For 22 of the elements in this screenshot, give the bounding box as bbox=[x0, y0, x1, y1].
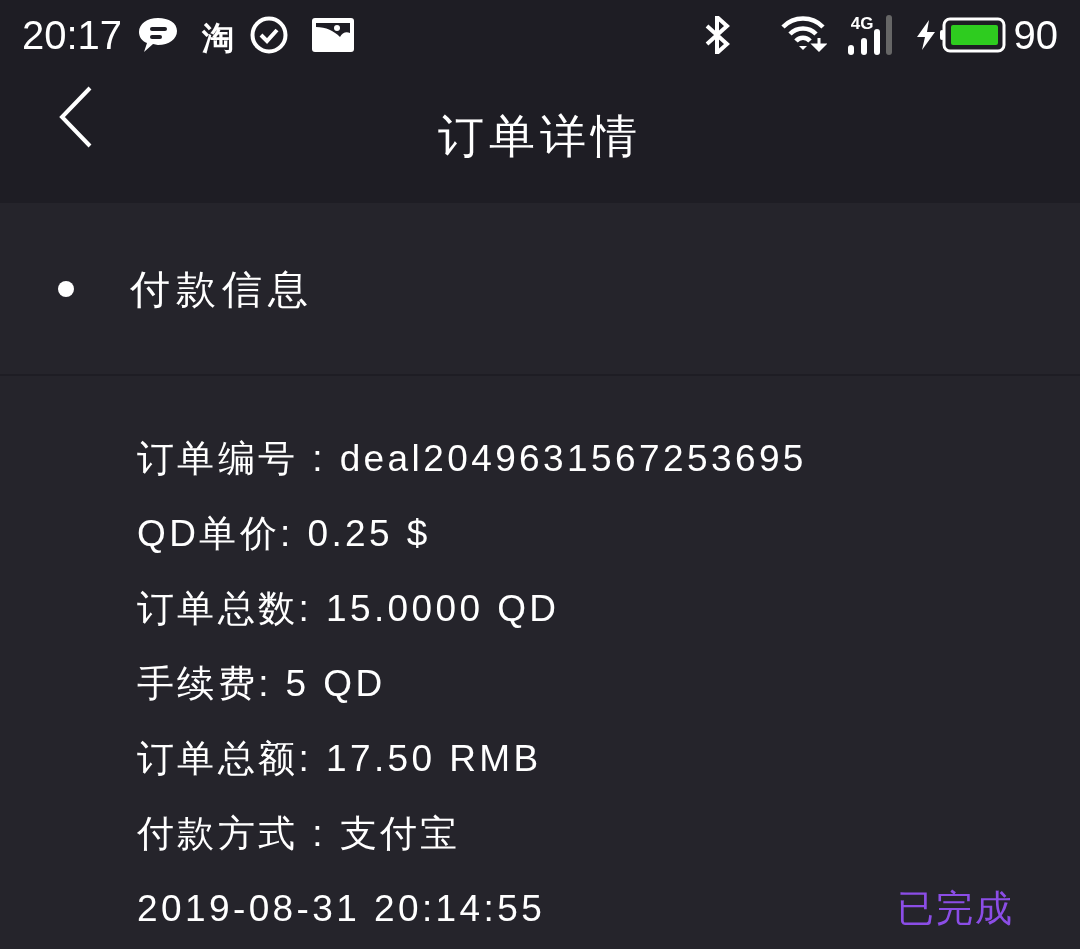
order-time: 2019-08-31 20:14:55 bbox=[137, 887, 546, 931]
chat-bubble-icon bbox=[138, 17, 179, 53]
charging-icon bbox=[915, 20, 936, 50]
battery-icon bbox=[939, 17, 1006, 53]
battery-percentage: 90 bbox=[1013, 12, 1058, 59]
bullet-icon bbox=[58, 280, 74, 297]
detail-text: 订单总数: 15.0000 QD bbox=[137, 588, 560, 629]
page-title: 订单详情 bbox=[438, 109, 642, 164]
detail-text: 付款方式 : 支付宝 bbox=[137, 813, 461, 854]
detail-text: 订单总额: 17.50 RMB bbox=[137, 738, 542, 779]
detail-text: 手续费: 5 QD bbox=[137, 663, 386, 704]
order-status: 已完成 bbox=[897, 887, 1014, 931]
check-circle-icon bbox=[250, 16, 289, 54]
signal-icon bbox=[847, 15, 892, 55]
detail-text: 订单编号 : deal2049631567253695 bbox=[137, 438, 807, 479]
section-title: 付款信息 bbox=[130, 265, 314, 313]
wifi-icon bbox=[780, 16, 827, 54]
detail-text: QD单价: 0.25 $ bbox=[137, 513, 431, 554]
clock: 20:17 bbox=[22, 12, 123, 59]
image-icon bbox=[312, 18, 355, 52]
network-label: 4G bbox=[850, 15, 874, 32]
app-icon: 淘 bbox=[202, 19, 235, 57]
